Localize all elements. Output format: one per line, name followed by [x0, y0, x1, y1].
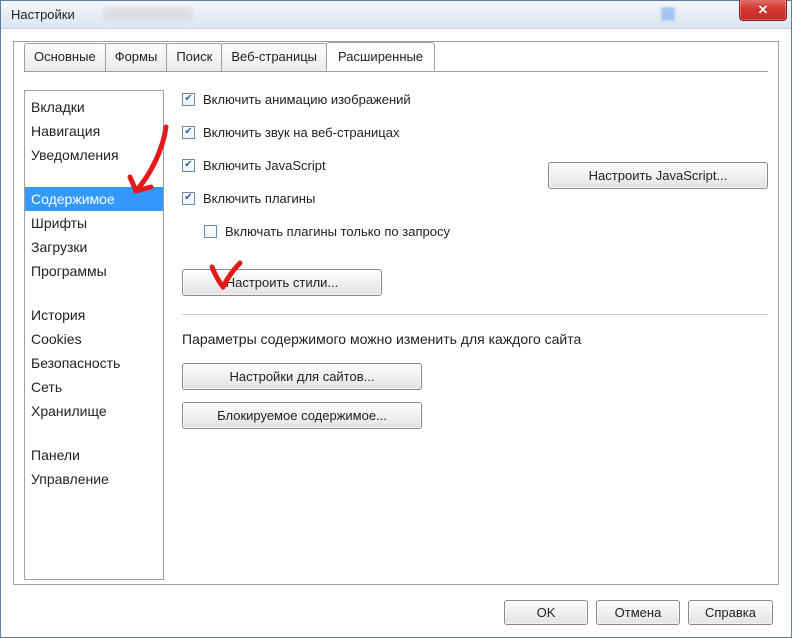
configure-styles-button[interactable]: Настроить стили...	[182, 269, 382, 296]
sidebar-item-storage[interactable]: Хранилище	[25, 399, 163, 423]
row-sound: Включить звук на веб-страницах	[182, 125, 768, 140]
sidebar-item-notifications[interactable]: Уведомления	[25, 143, 163, 167]
row-animation: Включить анимацию изображений	[182, 92, 768, 107]
inner-layout: Вкладки Навигация Уведомления Содержимое…	[24, 90, 768, 580]
label-animation: Включить анимацию изображений	[203, 92, 411, 107]
site-settings-note: Параметры содержимого можно изменить для…	[182, 331, 768, 347]
help-button[interactable]: Справка	[688, 600, 773, 625]
titlebar-extra	[661, 6, 701, 22]
titlebar-blur	[103, 7, 193, 22]
label-plugins: Включить плагины	[203, 191, 315, 206]
sidebar-item-tabs[interactable]: Вкладки	[25, 95, 163, 119]
section-divider	[182, 314, 768, 315]
sidebar: Вкладки Навигация Уведомления Содержимое…	[24, 90, 164, 580]
sidebar-item-content[interactable]: Содержимое	[25, 187, 163, 211]
sidebar-item-network[interactable]: Сеть	[25, 375, 163, 399]
sidebar-item-history[interactable]: История	[25, 303, 163, 327]
tab-advanced[interactable]: Расширенные	[326, 42, 435, 71]
sidebar-item-panels[interactable]: Панели	[25, 443, 163, 467]
checkbox-javascript[interactable]	[182, 159, 195, 172]
sidebar-item-downloads[interactable]: Загрузки	[25, 235, 163, 259]
sidebar-item-navigation[interactable]: Навигация	[25, 119, 163, 143]
checkbox-sound[interactable]	[182, 126, 195, 139]
row-plugins: Включить плагины	[182, 191, 768, 206]
row-styles: Настроить стили...	[182, 269, 768, 296]
sidebar-item-management[interactable]: Управление	[25, 467, 163, 491]
content-area: Основные Формы Поиск Веб-страницы Расшир…	[13, 41, 779, 585]
sidebar-item-security[interactable]: Безопасность	[25, 351, 163, 375]
blocked-content-button[interactable]: Блокируемое содержимое...	[182, 402, 422, 429]
tab-basic[interactable]: Основные	[24, 43, 106, 72]
tab-underline	[24, 71, 768, 72]
checkbox-plugins-on-demand[interactable]	[204, 225, 217, 238]
cancel-button[interactable]: Отмена	[596, 600, 680, 625]
ok-button[interactable]: OK	[504, 600, 588, 625]
configure-javascript-button[interactable]: Настроить JavaScript...	[548, 162, 768, 189]
checkbox-animation[interactable]	[182, 93, 195, 106]
close-icon: ✕	[758, 2, 769, 18]
sidebar-item-fonts[interactable]: Шрифты	[25, 211, 163, 235]
label-sound: Включить звук на веб-страницах	[203, 125, 399, 140]
close-button[interactable]: ✕	[739, 0, 787, 21]
site-settings-button[interactable]: Настройки для сайтов...	[182, 363, 422, 390]
titlebar: Настройки ✕	[1, 1, 791, 29]
tab-webpages[interactable]: Веб-страницы	[221, 43, 327, 72]
settings-window: Настройки ✕ Основные Формы Поиск Веб-стр…	[0, 0, 792, 638]
row-plugins-on-demand: Включать плагины только по запросу	[182, 224, 768, 239]
sidebar-item-programs[interactable]: Программы	[25, 259, 163, 283]
label-javascript: Включить JavaScript	[203, 158, 326, 173]
sidebar-item-cookies[interactable]: Cookies	[25, 327, 163, 351]
tab-forms[interactable]: Формы	[105, 43, 168, 72]
dialog-footer: OK Отмена Справка	[504, 600, 773, 625]
tab-search[interactable]: Поиск	[166, 43, 222, 72]
window-title: Настройки	[1, 7, 75, 22]
checkbox-plugins[interactable]	[182, 192, 195, 205]
label-plugins-on-demand: Включать плагины только по запросу	[225, 224, 450, 239]
main-panel: Включить анимацию изображений Включить з…	[182, 90, 768, 580]
tab-bar: Основные Формы Поиск Веб-страницы Расшир…	[24, 42, 768, 71]
